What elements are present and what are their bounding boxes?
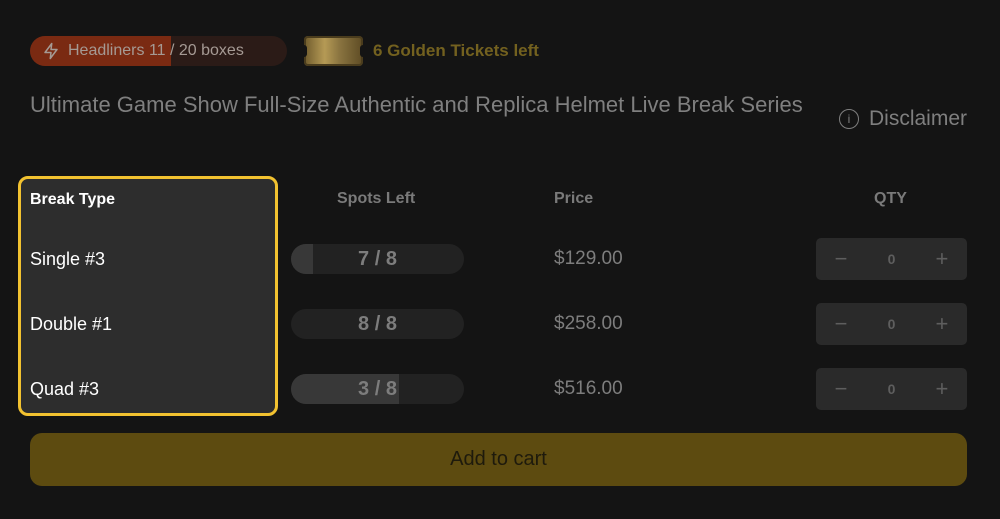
qty-stepper: − 0 + (816, 303, 967, 345)
spots-bar: 7 / 8 (291, 244, 464, 274)
qty-value[interactable]: 0 (888, 251, 896, 267)
qty-header: QTY (874, 190, 907, 207)
qty-stepper: − 0 + (816, 238, 967, 280)
qty-value[interactable]: 0 (888, 381, 896, 397)
headliners-content: Headliners 11 / 20 boxes (30, 42, 244, 60)
golden-tickets: 6 Golden Tickets left (301, 36, 539, 66)
price-header: Price (554, 190, 594, 207)
break-type-panel: Break Type Single #3 Double #1 Quad #3 (18, 176, 278, 416)
disclaimer-label: Disclaimer (868, 107, 967, 130)
golden-tickets-text: 6 Golden Tickets left (373, 41, 539, 60)
spots-bar: 8 / 8 (291, 309, 464, 339)
qty-minus-button[interactable]: − (833, 248, 849, 270)
spots-bar: 3 / 8 (291, 374, 464, 404)
qty-plus-button[interactable]: + (934, 378, 950, 400)
headliners-label: Headliners (68, 42, 145, 59)
lightning-icon (42, 42, 60, 60)
headliners-total: / 20 boxes (170, 42, 244, 59)
price-value: $516.00 (554, 378, 623, 399)
break-item-quad-3[interactable]: Quad #3 (30, 379, 99, 400)
top-row: Headliners 11 / 20 boxes 6 Golden Ticket… (30, 36, 539, 66)
headliners-count: 11 (148, 42, 166, 59)
break-item-single-3[interactable]: Single #3 (30, 249, 105, 270)
golden-ticket-icon (301, 36, 366, 66)
qty-plus-button[interactable]: + (934, 248, 950, 270)
break-item-double-1[interactable]: Double #1 (30, 314, 112, 335)
page-title: Ultimate Game Show Full-Size Authentic a… (30, 92, 803, 117)
headliners-progress: Headliners 11 / 20 boxes (30, 36, 287, 66)
qty-minus-button[interactable]: − (833, 378, 849, 400)
spots-left-value: 7 / 8 (358, 247, 397, 270)
spots-left-header: Spots Left (337, 190, 416, 207)
qty-stepper: − 0 + (816, 368, 967, 410)
break-type-header: Break Type (30, 191, 116, 208)
price-value: $129.00 (554, 248, 623, 269)
qty-minus-button[interactable]: − (833, 313, 849, 335)
qty-value[interactable]: 0 (888, 316, 896, 332)
disclaimer-link[interactable]: i Disclaimer (838, 107, 967, 131)
add-to-cart-button[interactable]: Add to cart (30, 433, 967, 486)
spots-left-value: 3 / 8 (358, 377, 397, 400)
spots-left-value: 8 / 8 (358, 312, 397, 335)
price-value: $258.00 (554, 313, 623, 334)
qty-plus-button[interactable]: + (934, 313, 950, 335)
info-icon: i (838, 109, 859, 129)
